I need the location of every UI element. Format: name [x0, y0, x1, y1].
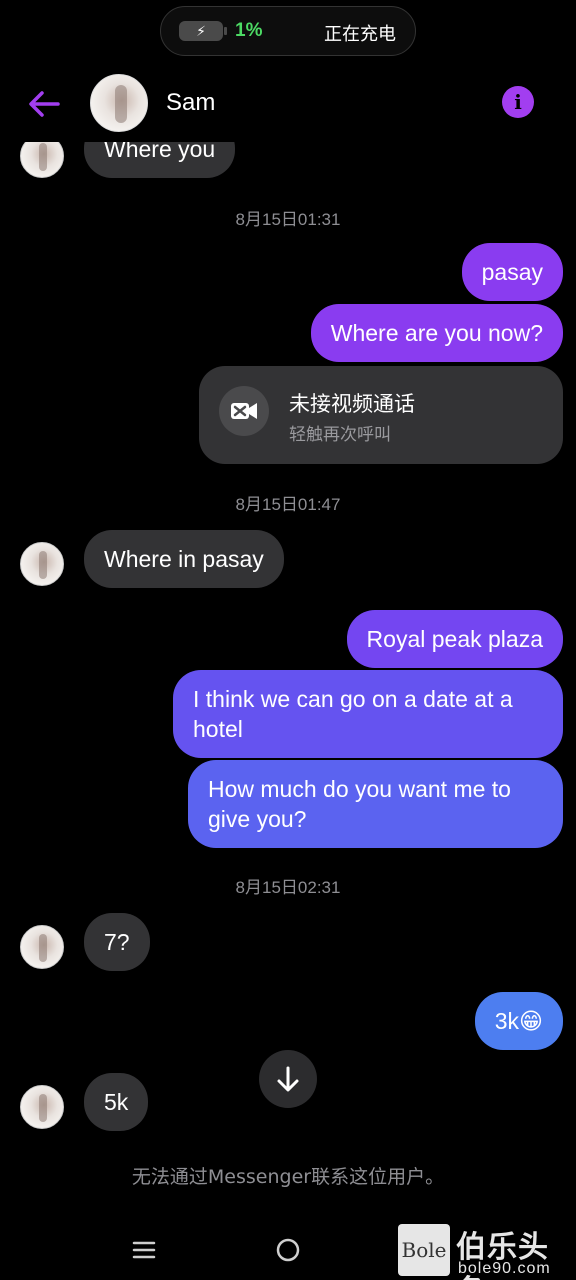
video-call-missed-icon — [219, 386, 269, 436]
avatar[interactable] — [20, 1085, 64, 1129]
menu-nav-button[interactable] — [124, 1230, 164, 1270]
message-outgoing[interactable]: 3k😁 — [474, 992, 563, 1050]
contact-avatar[interactable] — [90, 74, 148, 132]
battery-percent: 1% — [235, 20, 263, 41]
back-button[interactable] — [22, 82, 66, 126]
message-incoming[interactable]: Where in pasay — [84, 530, 284, 588]
status-pill: ⚡ 1% 正在充电 — [160, 6, 416, 56]
timestamp: 8月15日01:31 — [235, 210, 341, 229]
home-nav-button[interactable] — [268, 1230, 308, 1270]
arrow-down-icon — [277, 1066, 299, 1092]
timestamp: 8月15日01:47 — [235, 495, 341, 514]
charging-status: 正在充电 — [324, 24, 396, 45]
watermark: Bole 伯乐头条 bole90.com — [398, 1222, 576, 1280]
avatar[interactable] — [20, 142, 64, 178]
message-outgoing[interactable]: pasay — [461, 243, 563, 301]
unavailable-notice: 无法通过Messenger联系这位用户。 — [131, 1166, 445, 1188]
message-outgoing[interactable]: Where are you now? — [310, 304, 563, 362]
message-outgoing[interactable]: Royal peak plaza — [346, 610, 563, 668]
avatar[interactable] — [20, 542, 64, 586]
watermark-url: bole90.com — [458, 1260, 551, 1277]
watermark-logo: Bole — [398, 1224, 450, 1276]
message-outgoing[interactable]: I think we can go on a date at a hotel — [173, 670, 563, 758]
circle-home-icon — [276, 1238, 300, 1262]
call-title: 未接视频通话 — [289, 392, 415, 416]
call-subtitle: 轻触再次呼叫 — [289, 425, 391, 445]
avatar[interactable] — [20, 925, 64, 969]
chat-header: Sam i — [0, 64, 576, 142]
message-outgoing[interactable]: How much do you want me to give you? — [188, 760, 563, 848]
message-incoming[interactable]: 7? — [84, 913, 150, 971]
battery-icon: ⚡ — [179, 21, 227, 41]
message-incoming[interactable]: Where you — [84, 142, 236, 178]
contact-name[interactable]: Sam — [166, 89, 215, 117]
bolt-icon: ⚡ — [196, 23, 206, 39]
info-icon[interactable]: i — [502, 86, 534, 118]
missed-video-call-card[interactable]: 未接视频通话 轻触再次呼叫 — [199, 366, 563, 464]
timestamp: 8月15日02:31 — [235, 878, 341, 897]
message-incoming[interactable]: 5k — [84, 1073, 149, 1131]
arrow-left-icon — [29, 91, 60, 117]
menu-icon — [132, 1241, 156, 1259]
scroll-to-bottom-button[interactable] — [259, 1050, 317, 1108]
